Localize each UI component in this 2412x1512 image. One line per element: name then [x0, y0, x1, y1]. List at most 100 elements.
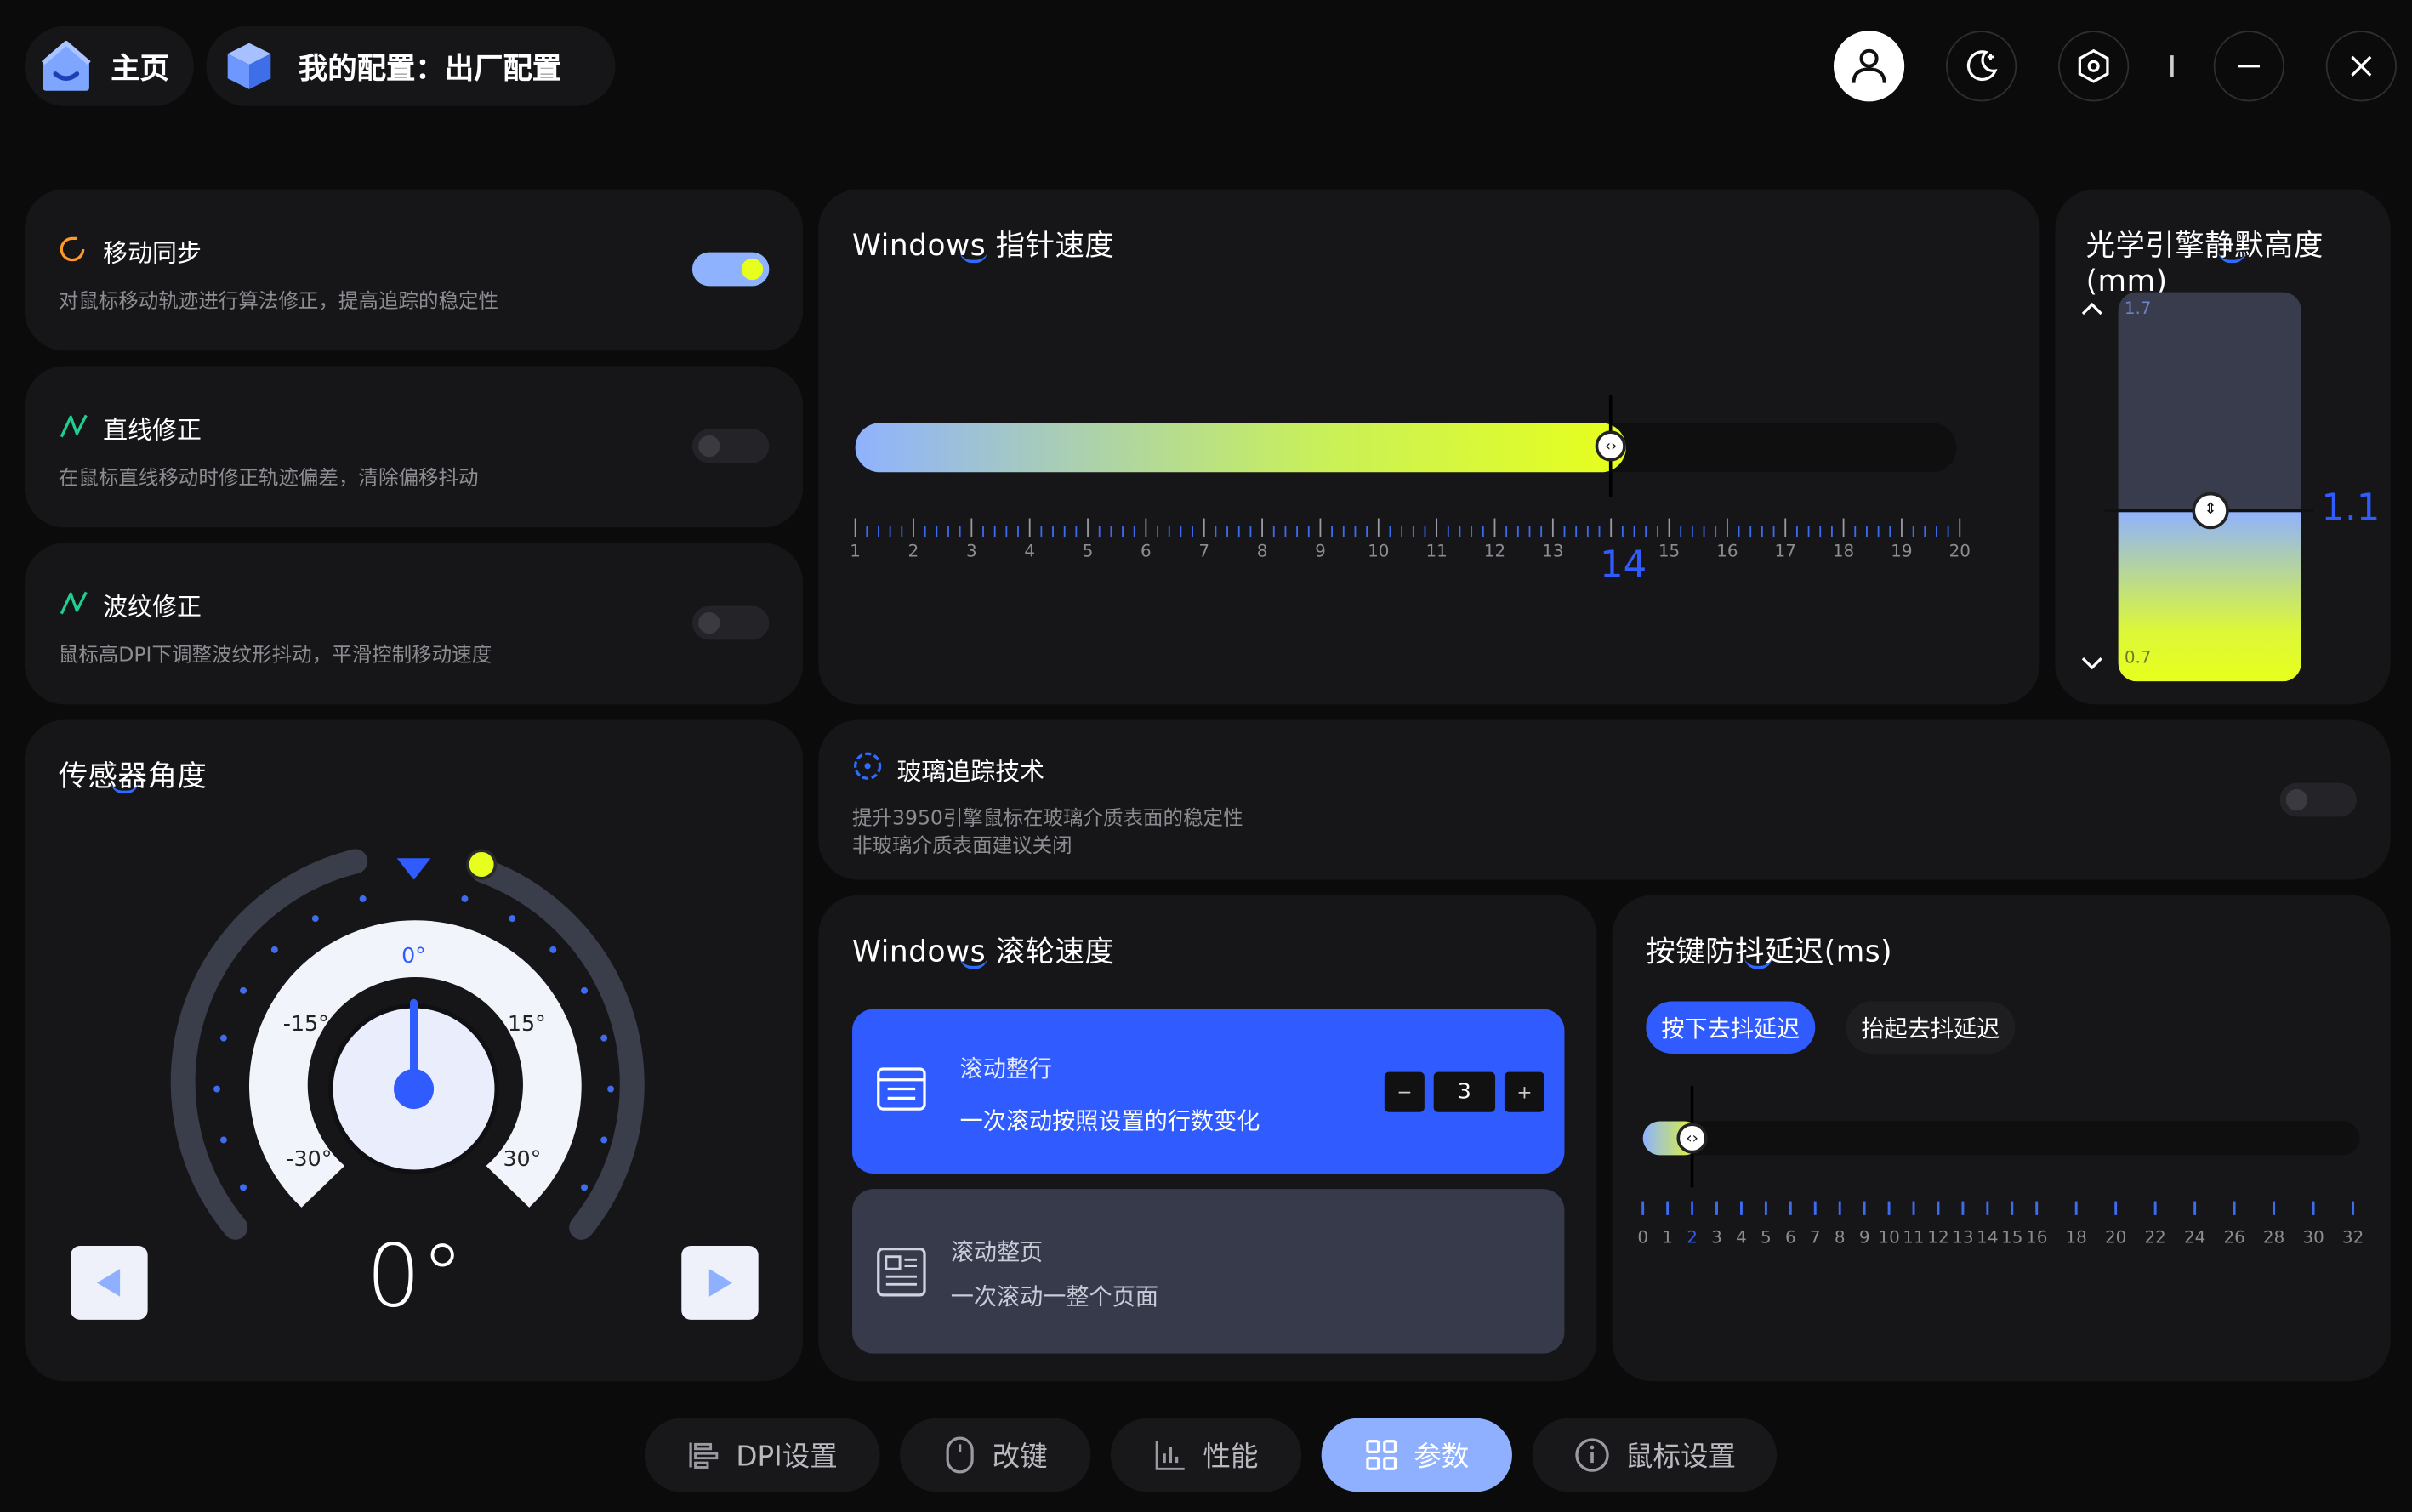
debounce-tick-label: 28: [2262, 1227, 2285, 1248]
ripple-toggle[interactable]: [691, 605, 770, 640]
chart-icon: [1155, 1441, 1185, 1470]
tab-performance[interactable]: 性能: [1110, 1418, 1302, 1492]
dial-label-minus30: -30°: [286, 1147, 333, 1173]
debounce-card: 按键防抖延迟(ms) 按下去抖延迟 抬起去抖延迟 ‹› 0 1 2 3 4 5 6 7 8 9 10…: [1612, 895, 2391, 1382]
theme-button[interactable]: [1946, 31, 2017, 102]
ripple-desc: 鼠标高DPI下调整波纹形抖动，平滑控制移动速度: [58, 644, 492, 668]
debounce-tick-label: 12: [1927, 1227, 1949, 1248]
sync-icon: [60, 236, 85, 262]
motion-sync-toggle[interactable]: [691, 252, 770, 287]
header-divider: [2170, 55, 2174, 77]
pointer-speed-tick-label: 1: [850, 541, 861, 562]
ripple-title: 波纹修正: [103, 592, 202, 622]
info-icon: [1574, 1438, 1608, 1472]
angle-increase-button[interactable]: [681, 1246, 759, 1320]
lod-slider[interactable]: [2118, 292, 2301, 682]
lines-input[interactable]: 3: [1433, 1071, 1496, 1112]
home-icon: [41, 40, 91, 91]
debounce-tick-label: 13: [1952, 1227, 1974, 1248]
close-button[interactable]: [2325, 31, 2397, 102]
glass-tracking-desc-2: 非玻璃介质表面建议关闭: [852, 835, 1072, 859]
debounce-tick-label: 14: [1977, 1227, 1999, 1248]
glass-tracking-toggle[interactable]: [2279, 782, 2357, 817]
lod-thumb[interactable]: ⇕: [2192, 492, 2229, 529]
lines-increase-button[interactable]: +: [1504, 1071, 1544, 1112]
pointer-speed-tick-label: 18: [1832, 541, 1855, 562]
debounce-tick-label: 32: [2341, 1227, 2364, 1248]
tab-params-label: 参数: [1414, 1441, 1470, 1474]
pointer-speed-tick-label: 8: [1256, 541, 1268, 562]
debounce-tick-label: 26: [2223, 1227, 2245, 1248]
dial-dot: [219, 1136, 227, 1144]
settings-button[interactable]: [2058, 31, 2130, 102]
debounce-tick-label: 7: [1809, 1227, 1821, 1248]
pointer-speed-tick-label: 4: [1024, 541, 1036, 562]
angle-snap-card: 直线修正 在鼠标直线移动时修正轨迹偏差，清除偏移抖动: [24, 366, 804, 528]
dial-dot: [240, 986, 247, 994]
moon-icon: [1966, 50, 1998, 82]
pointer-speed-tick-label: 16: [1716, 541, 1738, 562]
user-icon: [1852, 48, 1886, 83]
minimize-icon: [2238, 65, 2260, 68]
dial-dot: [219, 1034, 227, 1042]
pointer-speed-tick-label: 9: [1315, 541, 1326, 562]
dial-dot: [461, 895, 469, 902]
pointer-speed-card: Windows 指针速度 ‹› 1 2 3 4 5 6 7 8 9 10 11 12 13 15 16 17 1…: [818, 189, 2040, 705]
scroll-line-desc: 一次滚动按照设置的行数变化: [959, 1107, 1260, 1135]
triangle-right-icon: [708, 1269, 732, 1297]
home-button[interactable]: 主页: [24, 26, 194, 106]
dial-dot: [600, 1034, 608, 1042]
scroll-page-option[interactable]: 滚动整页 一次滚动一整个页面: [852, 1189, 1565, 1354]
pointer-speed-tick-label: 15: [1658, 541, 1681, 562]
ripple-correction-icon: [60, 591, 88, 615]
config-selector[interactable]: 我的配置：出厂配置: [206, 26, 616, 106]
pointer-speed-tick-label: 20: [1948, 541, 1971, 562]
pointer-speed-tick-label: 12: [1483, 541, 1506, 562]
dial-label-minus15: -15°: [282, 1012, 329, 1037]
user-button[interactable]: [1833, 31, 1905, 102]
angle-value: 0°: [366, 1227, 464, 1327]
scroll-line-option[interactable]: 滚动整行 一次滚动按照设置的行数变化 − 3 +: [852, 1009, 1565, 1174]
angle-snap-title: 直线修正: [103, 415, 202, 445]
dial-label-30: 30°: [503, 1147, 542, 1173]
angle-decrease-button[interactable]: [71, 1246, 148, 1320]
dial-dot: [581, 986, 589, 994]
motion-sync-desc: 对鼠标移动轨迹进行算法修正，提高追踪的稳定性: [58, 290, 499, 314]
scroll-page-title: 滚动整页: [950, 1238, 1044, 1266]
pointer-speed-tick-label: 7: [1198, 541, 1210, 562]
debounce-tick-label: 3: [1711, 1227, 1722, 1248]
crosshair-icon: [854, 752, 882, 780]
tab-keymap[interactable]: 改键: [900, 1418, 1091, 1492]
angle-snap-desc: 在鼠标直线移动时修正轨迹偏差，清除偏移抖动: [58, 467, 479, 491]
scroll-page-desc: 一次滚动一整个页面: [950, 1282, 1158, 1311]
lod-value: 1.1: [2321, 485, 2381, 529]
tab-mouse-settings[interactable]: 鼠标设置: [1532, 1418, 1778, 1492]
dial-dot: [213, 1085, 221, 1093]
debounce-tick-label: 8: [1834, 1227, 1846, 1248]
sensor-angle-card: 传感器角度 0° -15° 15° -30° 30° 0°: [24, 719, 804, 1382]
debounce-tick-label: 24: [2183, 1227, 2206, 1248]
pointer-speed-tick-label: 3: [966, 541, 977, 562]
minimize-button[interactable]: [2213, 31, 2284, 102]
hexagon-gear-icon: [2078, 48, 2109, 83]
tab-params[interactable]: 参数: [1321, 1418, 1512, 1492]
debounce-tick-label: 11: [1903, 1227, 1925, 1248]
triangle-left-icon: [96, 1269, 121, 1297]
tab-keymap-label: 改键: [992, 1441, 1048, 1474]
debounce-tick-label: 0: [1637, 1227, 1649, 1248]
lines-decrease-button[interactable]: −: [1384, 1071, 1425, 1112]
lod-min-label: 0.7: [2124, 647, 2152, 668]
pointer-speed-tick-label: 10: [1368, 541, 1390, 562]
chevron-up-icon[interactable]: [2079, 297, 2104, 321]
chevron-down-icon[interactable]: [2079, 651, 2104, 675]
angle-snap-toggle[interactable]: [691, 429, 770, 463]
motion-sync-title: 移动同步: [103, 238, 202, 268]
lod-max-label: 1.7: [2124, 298, 2152, 319]
pointer-speed-tick-label: 17: [1774, 541, 1796, 562]
debounce-tick-label: 10: [1878, 1227, 1900, 1248]
ripple-card: 波纹修正 鼠标高DPI下调整波纹形抖动，平滑控制移动速度: [24, 543, 804, 705]
dpi-bars-icon: [690, 1442, 720, 1469]
dial-dot: [509, 915, 516, 923]
dial-label-0: 0°: [401, 944, 426, 969]
tab-dpi[interactable]: DPI设置: [644, 1418, 880, 1492]
